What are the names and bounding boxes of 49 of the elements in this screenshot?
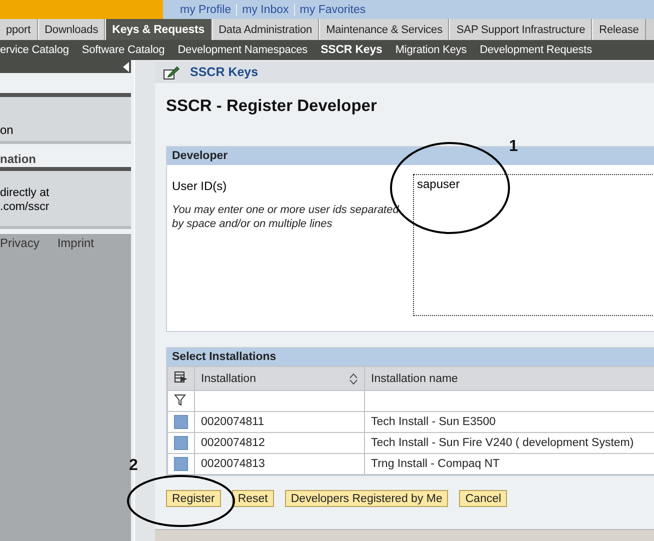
footer-link[interactable]: Imprint [57, 236, 94, 250]
nav-tab[interactable]: SAP Support Infrastructure [449, 19, 592, 40]
sub-nav-link[interactable]: Development Namespaces [178, 40, 308, 60]
row-selector[interactable] [174, 436, 188, 450]
collapse-icon[interactable] [123, 62, 129, 72]
header-link[interactable]: my Profile [175, 4, 236, 16]
page-header-title: SSCR Keys [190, 65, 258, 79]
sub-nav-link[interactable]: Migration Keys [395, 40, 467, 60]
field-label: User ID(s) [172, 179, 228, 193]
action-button[interactable]: Developers Registered by Me [284, 490, 448, 507]
sidebar-text: .com/sscr [0, 200, 50, 214]
action-button[interactable]: Reset [232, 490, 274, 507]
sub-nav-link[interactable]: Development Requests [480, 40, 592, 60]
annotation-number: 2 [129, 457, 138, 475]
column-header[interactable]: Installation name [364, 366, 654, 390]
sidebar-text: directly at [0, 186, 50, 200]
page-title: SSCR - Register Developer [166, 97, 378, 117]
header-link[interactable]: my Inbox [237, 4, 294, 16]
footer-link[interactable]: Privacy [0, 236, 40, 250]
sort-icon[interactable] [349, 372, 358, 384]
annotation-number: 1 [509, 138, 518, 156]
panel-heading: Developer [172, 150, 228, 162]
action-button[interactable]: Register [166, 490, 221, 507]
column-settings-icon[interactable] [174, 371, 187, 383]
nav-tab[interactable]: Data Administration [212, 19, 320, 40]
sidebar-heading: nation [0, 152, 36, 166]
action-button[interactable]: Cancel [459, 490, 508, 507]
table-cell: 0020074813 [194, 454, 364, 474]
panel-heading: Select Installations [172, 351, 276, 363]
filter-icon[interactable] [174, 394, 186, 406]
sidebar-text: on [0, 123, 14, 137]
edit-icon [163, 64, 180, 80]
nav-tab[interactable]: Release [592, 19, 646, 40]
sub-nav-link[interactable]: Software Catalog [82, 40, 165, 60]
nav-tab[interactable]: pport [0, 19, 38, 40]
nav-tab[interactable]: Maintenance & Services [319, 19, 450, 40]
nav-tab[interactable]: Keys & Requests [105, 19, 212, 40]
column-header[interactable]: Installation [194, 366, 364, 390]
table-cell: 0020074812 [194, 432, 364, 454]
sub-nav-link[interactable]: SSCR Keys [320, 40, 382, 60]
row-selector[interactable] [174, 457, 188, 471]
nav-tab[interactable]: Downloads [38, 19, 106, 40]
row-selector[interactable] [174, 415, 188, 429]
user-id-field[interactable]: sapuser [413, 174, 654, 316]
header-link[interactable]: my Favorites [294, 4, 371, 16]
hint-text: You may enter one or more user ids separated by space and/or on multiple lines [172, 203, 400, 231]
filter-field[interactable] [194, 390, 364, 412]
table-cell: 0020074811 [194, 412, 364, 432]
sub-nav-link[interactable]: ervice Catalog [0, 40, 69, 60]
